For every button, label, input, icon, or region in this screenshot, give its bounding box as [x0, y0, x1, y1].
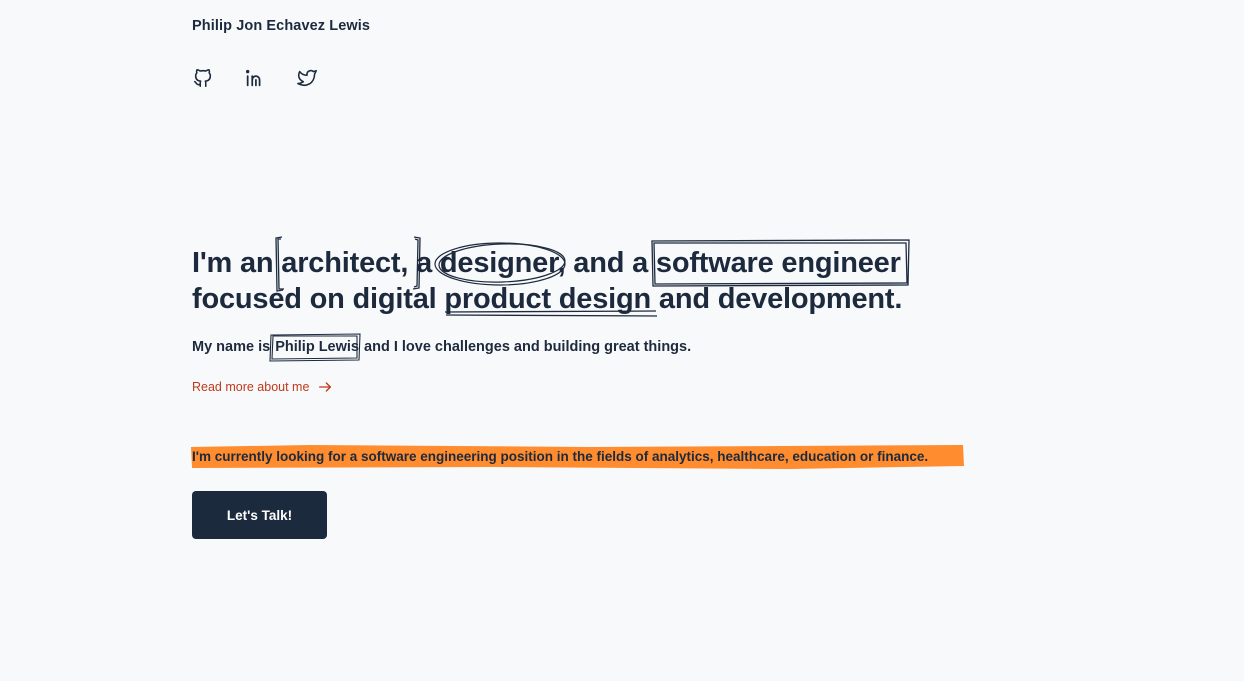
hero-heading: I'm an architect, a designer, and a soft… — [192, 236, 910, 317]
hero-line-2: focused on digital product design and de… — [192, 281, 902, 317]
hero-text-and-a: and a — [565, 247, 656, 279]
intro-text: My name is Philip Lewis and I love chall… — [192, 333, 692, 362]
architect-annotation: architect, — [275, 236, 421, 292]
software-engineer-annotation: software engineer — [651, 239, 910, 287]
read-more-link[interactable]: Read more about me — [192, 379, 333, 395]
page: Philip Jon Echavez Lewis I'm an architec… — [0, 0, 1244, 681]
github-link[interactable] — [192, 67, 214, 89]
hero-text-im-an: I'm an — [192, 247, 282, 279]
hero-words-product-design: product design — [444, 283, 652, 315]
twitter-icon — [297, 69, 317, 87]
social-links — [192, 67, 318, 89]
intro-pre: My name is — [192, 339, 275, 355]
intro-post: and I love challenges and building great… — [360, 339, 692, 355]
hero-line-1: I'm an architect, a designer, and a soft… — [192, 236, 910, 292]
twitter-link[interactable] — [296, 67, 318, 89]
hero-word-architect: architect, — [281, 247, 409, 279]
arrow-right-icon — [319, 382, 332, 392]
availability-highlight: I'm currently looking for a software eng… — [190, 444, 965, 472]
availability-text: I'm currently looking for a software eng… — [192, 449, 929, 464]
designer-annotation: designer, — [434, 242, 566, 286]
product-design-annotation: product design — [444, 281, 658, 317]
github-icon — [193, 69, 212, 88]
name-annotation: Philip Lewis — [269, 333, 361, 362]
linkedin-link[interactable] — [244, 67, 266, 89]
lets-talk-button[interactable]: Let's Talk! — [192, 491, 327, 539]
site-name[interactable]: Philip Jon Echavez Lewis — [192, 18, 370, 34]
hero-text-a: a — [408, 247, 440, 279]
hero-words-software-engineer: software engineer — [655, 247, 901, 279]
linkedin-icon — [245, 69, 261, 87]
hero-text-focused: focused on digital — [192, 283, 445, 315]
hero-text-development: and development. — [651, 283, 903, 315]
read-more-label: Read more about me — [192, 380, 310, 394]
intro-name: Philip Lewis — [275, 339, 359, 355]
hero-word-designer: designer, — [439, 247, 566, 279]
